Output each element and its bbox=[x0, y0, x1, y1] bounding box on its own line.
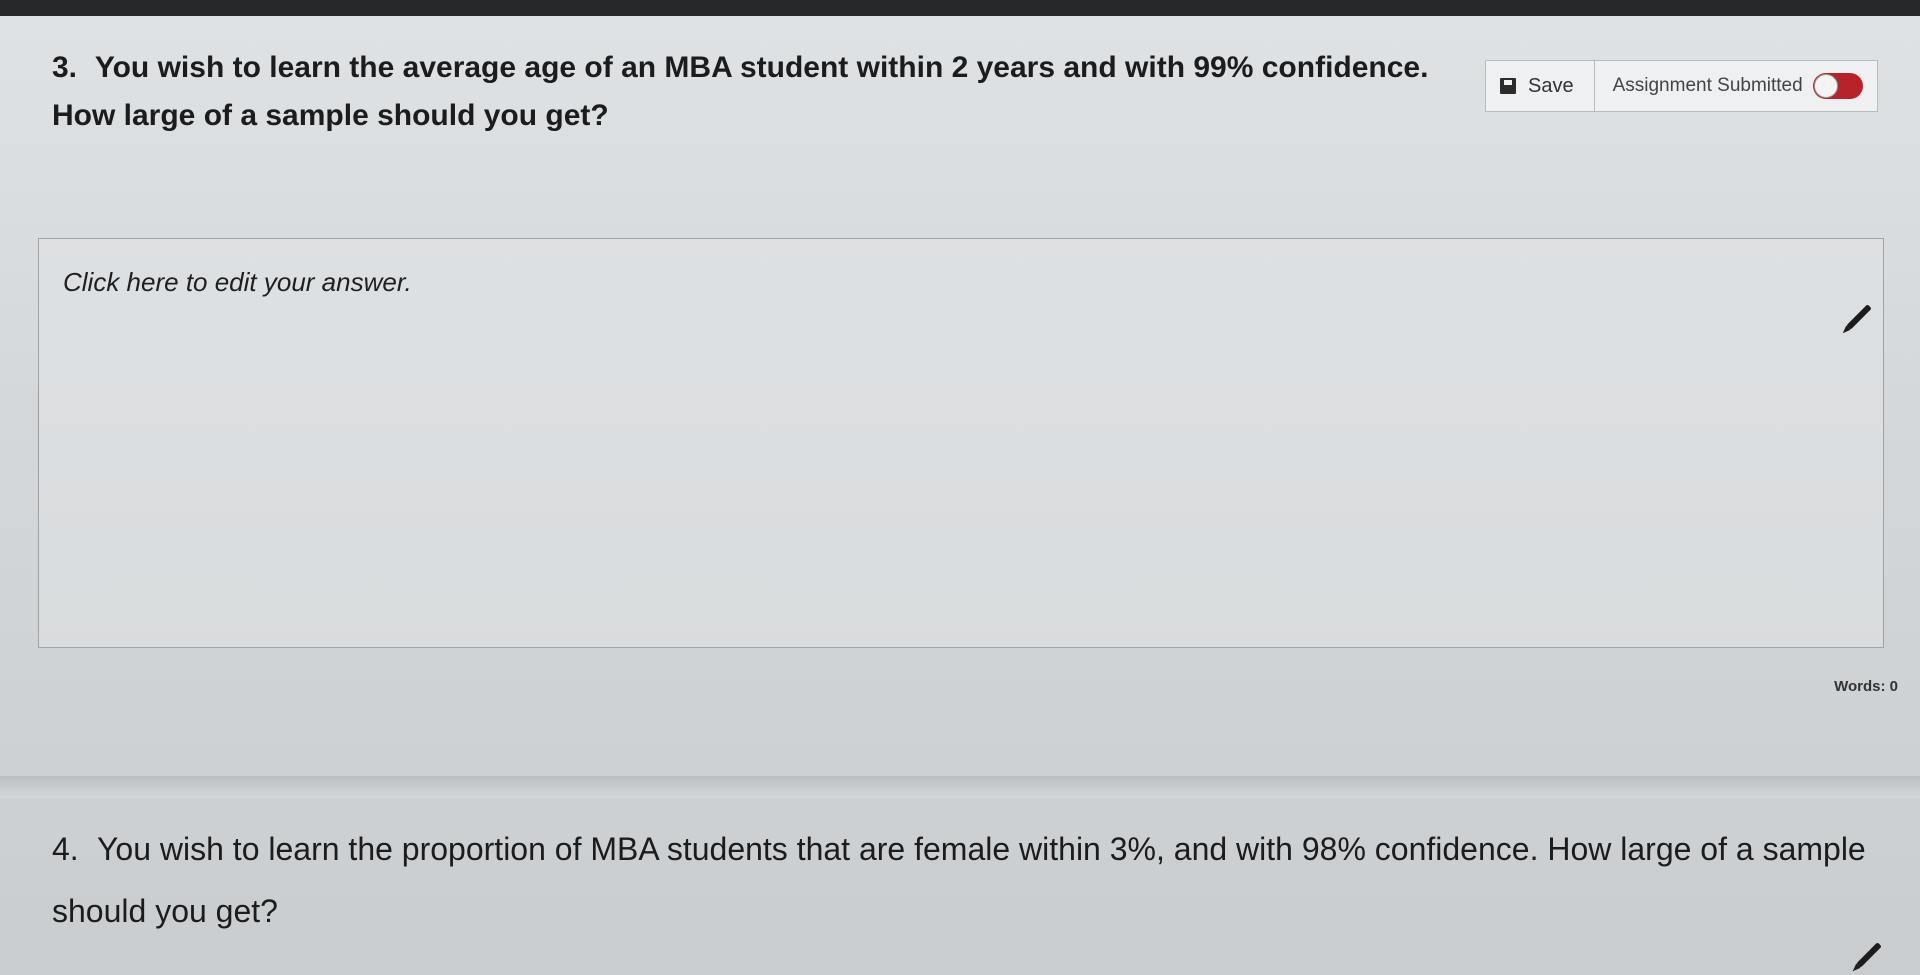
question-divider bbox=[0, 776, 1920, 798]
question-text: You wish to learn the average age of an … bbox=[52, 51, 1429, 132]
answer-editor[interactable]: Click here to edit your answer. bbox=[38, 238, 1884, 648]
question-number: 4. bbox=[52, 831, 79, 867]
submission-status: Assignment Submitted bbox=[1595, 61, 1877, 111]
question-number: 3. bbox=[52, 51, 78, 84]
save-icon bbox=[1500, 78, 1516, 94]
top-bar bbox=[0, 0, 1920, 16]
answer-prompt[interactable]: Click here to edit your answer. bbox=[63, 267, 412, 298]
question-text: You wish to learn the proportion of MBA … bbox=[52, 831, 1866, 929]
assignment-page: 3. You wish to learn the average age of … bbox=[0, 16, 1920, 975]
submitted-toggle[interactable] bbox=[1812, 73, 1863, 99]
save-button[interactable]: Save bbox=[1486, 61, 1595, 111]
question-3: 3. You wish to learn the average age of … bbox=[52, 44, 1480, 140]
save-toolbar: Save Assignment Submitted bbox=[1485, 60, 1878, 112]
pencil-icon[interactable] bbox=[1856, 942, 1882, 968]
question-4: 4. You wish to learn the proportion of M… bbox=[52, 818, 1868, 942]
status-label: Assignment Submitted bbox=[1612, 75, 1803, 96]
word-count: Words: 0 bbox=[1834, 678, 1898, 695]
save-label: Save bbox=[1528, 74, 1574, 97]
